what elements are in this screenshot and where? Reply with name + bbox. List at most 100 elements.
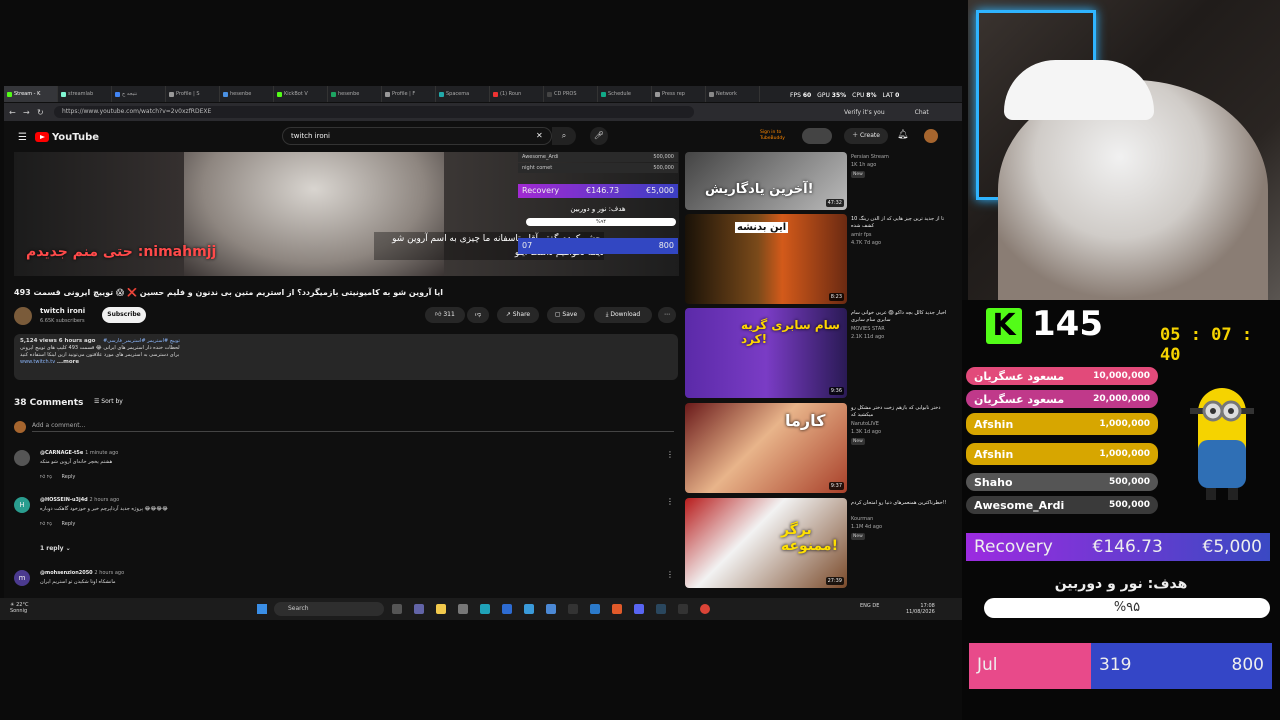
channel-avatar[interactable] <box>14 307 32 325</box>
suggestion-title[interactable]: 10 تا از جدید ترین چیز هایی که از الدن ر… <box>851 216 951 230</box>
sort-by-button[interactable]: ☰ Sort by <box>94 398 123 405</box>
suggestion-title[interactable]: خطرناکترین همنعمرهای دنیا رو امتحان کردم… <box>851 500 951 507</box>
tab-hesenbe[interactable]: hesenbe <box>220 86 274 102</box>
tab-stream[interactable]: Stream - K <box>4 86 58 102</box>
windows-start-icon[interactable] <box>257 604 267 614</box>
weather-widget[interactable]: ☀ 22°C Sonnig <box>10 602 28 614</box>
video-thumbnail[interactable]: این بدنشه 8:23 <box>685 214 847 304</box>
more-actions-icon[interactable]: ⋯ <box>658 307 676 323</box>
suggestion-title[interactable]: اخبار جدید کالل بچه داکو 😱 عربی خوانی سا… <box>851 310 951 324</box>
tubebuddy-sign-in[interactable]: Sign in to TubeBuddy <box>760 130 794 142</box>
save-button[interactable]: ▢ Save <box>547 307 585 323</box>
comment-avatar[interactable]: H <box>14 497 30 513</box>
tab-profile-2[interactable]: Profile | F <box>382 86 436 102</box>
dislike-icon[interactable]: 👎︎ <box>47 474 52 480</box>
comment-author[interactable]: @HOSSEIN-u3j4d 2 hours ago <box>40 497 119 503</box>
app-icon[interactable] <box>502 604 512 614</box>
chat-button[interactable]: Chat <box>915 109 929 116</box>
menu-icon[interactable]: ☰ <box>18 132 27 143</box>
like-icon[interactable]: 👍︎ <box>40 521 45 527</box>
comment-author[interactable]: @CARNAGE-t5e 1 minute ago <box>40 450 118 456</box>
description-tags[interactable]: #توییچ #استریمر #استریمر_فارسی <box>103 338 180 344</box>
tab-round[interactable]: (1) Roun <box>490 86 544 102</box>
back-icon[interactable]: ← <box>9 108 18 117</box>
tab-result[interactable]: نتیجه ج <box>112 86 166 102</box>
suggested-video[interactable]: کارما 9:37 دختر نابوابی که بازهم زخت دخت… <box>685 403 955 493</box>
tubebuddy-icon[interactable] <box>802 128 832 144</box>
subscribe-button[interactable]: Subscribe <box>102 307 146 323</box>
search-button[interactable]: ⌕ <box>552 127 576 145</box>
app-icon[interactable] <box>546 604 556 614</box>
tab-spaceman[interactable]: Spacema <box>436 86 490 102</box>
obs-icon[interactable] <box>678 604 688 614</box>
tab-cd-pros[interactable]: CD PROS <box>544 86 598 102</box>
share-button[interactable]: ↗ Share <box>497 307 539 323</box>
video-player[interactable]: حتی منم جدیدم :nimahmjj بحشو کردم گفتم آ… <box>14 152 679 276</box>
description-more[interactable]: ...more <box>57 359 79 365</box>
comment-menu-icon[interactable]: ⋮ <box>666 497 674 506</box>
clock[interactable]: 17:08 11/08/2026 <box>906 603 935 615</box>
reload-icon[interactable]: ↻ <box>37 108 46 117</box>
create-button[interactable]: ＋ Create <box>844 128 888 144</box>
like-button[interactable]: 👍︎ 311 <box>425 307 465 323</box>
suggestion-channel[interactable]: NarutoLIVE <box>851 421 879 427</box>
video-thumbnail[interactable]: آخرین یادگاریش! 47:32 <box>685 152 847 210</box>
vscode-icon[interactable] <box>590 604 600 614</box>
dislike-button[interactable]: 👎︎ <box>467 307 489 323</box>
video-thumbnail[interactable]: سام سابری گریه کرد! 9:36 <box>685 308 847 398</box>
language-indicator[interactable]: ENG DE <box>860 603 879 609</box>
reply-button[interactable]: Reply <box>62 474 76 480</box>
comment-menu-icon[interactable]: ⋮ <box>666 570 674 579</box>
suggested-video[interactable]: این بدنشه 8:23 10 تا از جدید ترین چیز ها… <box>685 214 955 304</box>
comment-avatar[interactable]: m <box>14 570 30 586</box>
tab-press[interactable]: Press rep <box>652 86 706 102</box>
description-link[interactable]: www.twitch.tv <box>20 359 55 365</box>
replies-toggle[interactable]: 1 reply ⌄ <box>40 545 71 552</box>
video-description[interactable]: 5,124 views 6 hours ago #توییچ #استریمر … <box>14 334 678 380</box>
verify-chip[interactable]: Verify it's you <box>844 109 885 116</box>
discord-icon[interactable] <box>634 604 644 614</box>
comment-avatar[interactable] <box>14 450 30 466</box>
comment-author[interactable]: @mohsenzion2050 2 hours ago <box>40 570 124 576</box>
suggestion-channel[interactable]: amir fps <box>851 232 872 238</box>
suggested-video[interactable]: برگر ممنوعه! 27:39 خطرناکترین همنعمرهای … <box>685 498 955 588</box>
suggestion-channel[interactable]: MOVIES STAR <box>851 326 885 332</box>
teams-icon[interactable] <box>414 604 424 614</box>
app-icon[interactable] <box>524 604 534 614</box>
file-explorer-icon[interactable] <box>436 604 446 614</box>
video-thumbnail[interactable]: کارما 9:37 <box>685 403 847 493</box>
download-button[interactable]: ⤓ Download <box>594 307 652 323</box>
add-comment-input[interactable]: Add a comment... <box>32 422 674 432</box>
firefox-icon[interactable] <box>612 604 622 614</box>
dislike-icon[interactable]: 👎︎ <box>47 521 52 527</box>
reply-button[interactable]: Reply <box>62 521 76 527</box>
clear-search-icon[interactable]: ✕ <box>536 131 543 140</box>
tab-kickbot[interactable]: KickBot V <box>274 86 328 102</box>
tab-hesenbe-2[interactable]: hesenbe <box>328 86 382 102</box>
search-input[interactable]: twitch ironi <box>282 127 552 145</box>
tab-streamlabs[interactable]: streamlab <box>58 86 112 102</box>
store-icon[interactable] <box>458 604 468 614</box>
edge-icon[interactable] <box>480 604 490 614</box>
comment-menu-icon[interactable]: ⋮ <box>666 450 674 459</box>
suggestion-channel[interactable]: Kourman <box>851 516 873 522</box>
tab-network[interactable]: Network <box>706 86 760 102</box>
like-icon[interactable]: 👍︎ <box>40 474 45 480</box>
url-input[interactable]: https://www.youtube.com/watch?v=2v0xzfRD… <box>54 106 694 118</box>
channel-name[interactable]: twitch ironi <box>40 307 85 315</box>
steam-icon[interactable] <box>656 604 666 614</box>
suggested-video[interactable]: سام سابری گریه کرد! 9:36 اخبار جدید کالل… <box>685 308 955 398</box>
bell-icon[interactable]: 🔔︎ <box>897 130 908 140</box>
task-view-icon[interactable] <box>392 604 402 614</box>
terminal-icon[interactable] <box>568 604 578 614</box>
forward-icon[interactable]: → <box>23 108 32 117</box>
avatar[interactable] <box>924 129 938 143</box>
microphone-icon[interactable]: 🎤︎ <box>590 127 608 145</box>
suggestion-title[interactable]: دختر نابوابی که بازهم زخت دختر مشکل رو م… <box>851 405 951 419</box>
taskbar-search[interactable]: Search <box>274 602 384 616</box>
youtube-logo[interactable]: YouTube <box>34 132 99 143</box>
tab-schedule[interactable]: Schedule <box>598 86 652 102</box>
suggestion-channel[interactable]: Persian Stream <box>851 154 889 160</box>
tab-profile[interactable]: Profile | S <box>166 86 220 102</box>
video-thumbnail[interactable]: برگر ممنوعه! 27:39 <box>685 498 847 588</box>
